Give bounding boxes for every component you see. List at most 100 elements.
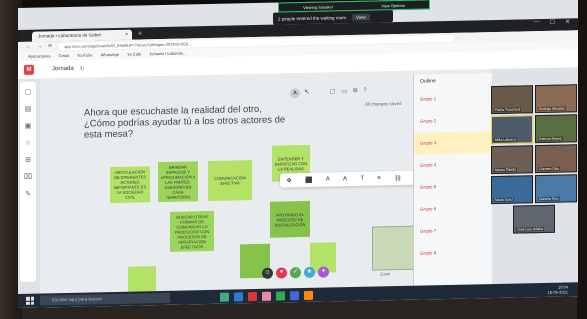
close-tab-icon[interactable]: ×	[125, 30, 128, 40]
participant-name: Pabla Tronchoni	[494, 107, 522, 113]
sync-icon: ↻	[79, 66, 85, 73]
bookmark-item[interactable]: YouTube	[77, 52, 93, 57]
forward-icon[interactable]: →	[37, 43, 42, 49]
text-tool-icon[interactable]: ⌧	[24, 173, 32, 181]
participant-tile[interactable]: Pabla Tronchoni	[491, 85, 533, 115]
board-top-icons: ☐ ▭ ⧉ ?	[330, 88, 367, 96]
select-tool-icon[interactable]: ▢	[25, 88, 32, 96]
reaction-icon[interactable]: ♥	[276, 267, 287, 279]
pen-tool-icon[interactable]: ✎	[25, 190, 31, 198]
help-icon[interactable]: ?	[363, 88, 366, 95]
bookmark-item[interactable]: Aplicaciones	[28, 53, 50, 58]
sticky-note-empty[interactable]	[128, 266, 156, 293]
app-icon[interactable]	[276, 290, 285, 301]
bookmark-item[interactable]: Gmail	[58, 53, 68, 58]
miro-left-toolbar: ▢ ▤ ▣ ☆ ⊞ ⌧ ✎	[20, 81, 36, 282]
clock-date: 18-09-2021	[547, 289, 568, 295]
new-tab-icon[interactable]: +	[138, 29, 142, 39]
minimize-icon[interactable]: —	[534, 19, 540, 26]
participant-name: Daniela Toro	[538, 196, 560, 202]
font-size-icon[interactable]: A	[326, 176, 330, 182]
sticky-note[interactable]: ARTICULACIÓN DE DIFERENTES ACTORES IMPOR…	[110, 166, 150, 204]
maximize-icon[interactable]: ☐	[550, 19, 555, 26]
bookmark-item[interactable]: Jornada • Laborato...	[149, 50, 186, 56]
screen: Viewing Speaker View Options 2 people en…	[18, 0, 578, 308]
participant-name: Patricia Reyes	[538, 136, 563, 142]
view-button[interactable]: View	[352, 13, 370, 21]
participant-name: Carmen Oda	[538, 166, 561, 172]
participant-tile[interactable]: Carmen Oda	[535, 144, 577, 174]
system-tray-clock[interactable]: 10:04 18-09-2021	[548, 284, 568, 294]
sticky-note[interactable]: APOYANDO EL PROCESO DE SOCIALIZACIÓN	[270, 200, 310, 238]
outline-group-item[interactable]: Grupo 5	[414, 175, 492, 199]
link-icon[interactable]: ⛓	[394, 174, 402, 181]
frame-tool-icon[interactable]: ⊞	[25, 156, 31, 164]
bookmark-item[interactable]: WhatsApp	[101, 52, 119, 57]
changes-saved-status: All changes saved	[365, 100, 402, 107]
reaction-icon[interactable]: ✦	[318, 266, 329, 278]
reaction-icon[interactable]: ☺	[262, 267, 273, 279]
miro-logo-icon[interactable]: M	[24, 64, 34, 75]
board-name[interactable]: Jornada	[52, 66, 74, 72]
sticky-note[interactable]: BUSCAR OTRAS FORMAS DE COMUNICAR LO PROD…	[170, 210, 214, 252]
sticky-tool-icon[interactable]: ▣	[25, 122, 32, 130]
app-icon[interactable]	[304, 290, 313, 300]
participant-tile[interactable]: Jose Luis Urbina	[513, 204, 555, 234]
taskbar-search-input[interactable]: Escribe aquí para buscar	[40, 292, 170, 306]
back-icon[interactable]: ←	[26, 44, 31, 50]
participant-name: Mika Labarca	[494, 137, 518, 143]
zoom-participants-panel: Pabla Tronchoni Rodrigo Morales Mika Lab…	[491, 84, 578, 256]
align-icon[interactable]: ≡	[377, 175, 381, 181]
participant-tile[interactable]: Daniela Toro	[535, 174, 577, 204]
app-icon[interactable]	[248, 291, 257, 301]
bookmark-item[interactable]: Ya Cafe	[127, 51, 141, 56]
shape-format-icon[interactable]: ⬛	[305, 176, 312, 183]
participant-name: Rodrigo Morales	[538, 106, 566, 112]
sticky-note[interactable]: COMUNICACIÓN EFECTIVA	[208, 160, 252, 202]
app-icon[interactable]	[220, 292, 229, 302]
outline-group-item[interactable]: Grupo 7	[414, 219, 492, 243]
app-icon[interactable]	[290, 290, 299, 300]
app-icon[interactable]	[234, 291, 243, 301]
windows-start-icon[interactable]	[26, 296, 34, 305]
participant-name: Mauro Toledo	[494, 167, 518, 173]
chat-icon[interactable]: ▭	[341, 88, 347, 95]
reaction-icon[interactable]: ✓	[290, 267, 301, 279]
sticky-note[interactable]: BRINDAR ESPACIOS Y APROXIMACIÓN A LAS PA…	[158, 161, 198, 203]
participant-tile[interactable]: Patricia Reyes	[535, 114, 577, 144]
outline-panel: Outline Grupo 1 Grupo 2 Grupo 3 Grupo 4 …	[413, 73, 492, 290]
app-icon[interactable]	[262, 291, 271, 301]
participant-name: Jose Luis Urbina	[516, 226, 545, 232]
participant-name: Maria Gonz	[494, 197, 515, 203]
move-icon[interactable]: ✥	[287, 177, 292, 184]
participant-tile[interactable]: Rodrigo Morales	[535, 84, 577, 114]
template-tool-icon[interactable]: ▤	[25, 105, 32, 113]
participant-tile[interactable]: Mauro Toledo	[491, 145, 533, 175]
text-color-icon[interactable]: A	[343, 176, 347, 182]
board-question: Ahora que escuchaste la realidad del otr…	[84, 103, 286, 141]
taskbar-app-icons	[220, 290, 313, 302]
outline-group-item[interactable]: Grupo 2	[414, 109, 492, 133]
cursor-icon: ↖	[304, 88, 310, 97]
zoom-view-options[interactable]: View Options	[381, 2, 405, 7]
close-window-icon[interactable]: ✕	[565, 18, 570, 25]
outline-group-item[interactable]: Grupo 4	[414, 153, 492, 177]
monitor-bezel-right	[577, 0, 587, 319]
reaction-icon[interactable]: ★	[304, 266, 315, 279]
shape-tool-icon[interactable]: ☆	[25, 139, 31, 147]
outline-group-item[interactable]: Grupo 1	[414, 87, 492, 111]
participant-tile-active[interactable]: Mika Labarca	[491, 115, 533, 145]
participant-tile[interactable]: Maria Gonz	[491, 175, 533, 205]
zoom-control[interactable]: Zoom	[380, 271, 390, 276]
outline-group-item-selected[interactable]: Grupo 3	[414, 131, 492, 155]
share-icon[interactable]: ⧉	[353, 88, 357, 95]
text-style-icon[interactable]: T	[360, 176, 364, 182]
comment-icon[interactable]: ☐	[330, 88, 335, 95]
window-controls: — ☐ ✕	[534, 18, 570, 26]
reload-icon[interactable]: ⟳	[48, 43, 52, 49]
reaction-bar: ☺ ♥ ✓ ★ ✦	[262, 266, 329, 279]
outline-group-item[interactable]: Grupo 8	[414, 241, 492, 265]
waiting-room-text: 2 people entered the waiting room	[278, 14, 347, 22]
tab-title: Jornada • Laboratorio de Gober	[38, 32, 102, 39]
outline-group-item[interactable]: Grupo 6	[414, 197, 492, 221]
